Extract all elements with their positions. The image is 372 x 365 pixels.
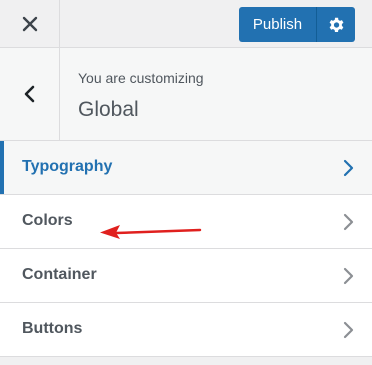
chevron-left-icon (24, 85, 34, 103)
menu-item-typography[interactable]: Typography (0, 141, 372, 195)
menu-item-container[interactable]: Container (0, 249, 372, 303)
chevron-right-icon (343, 321, 354, 339)
customizing-label: You are customizing (78, 70, 204, 86)
chevron-right-icon (343, 267, 354, 285)
close-icon (22, 16, 37, 31)
back-button[interactable] (0, 48, 60, 140)
chevron-right-icon (343, 213, 354, 231)
customizer-header: Publish (0, 0, 372, 48)
menu-item-buttons[interactable]: Buttons (0, 303, 372, 357)
section-info: You are customizing Global (0, 48, 372, 141)
menu-item-label: Typography (22, 158, 113, 175)
publish-settings-button[interactable] (317, 7, 355, 42)
chevron-right-icon (343, 159, 354, 177)
gear-icon (329, 17, 344, 32)
menu-item-label: Colors (22, 212, 73, 229)
menu-item-label: Container (22, 266, 97, 283)
menu-item-label: Buttons (22, 320, 83, 337)
publish-button[interactable]: Publish (239, 7, 317, 42)
section-title: Global (78, 98, 139, 121)
annotation-arrow-icon (100, 225, 202, 239)
section-menu: Typography Colors Container Buttons (0, 141, 372, 357)
customizer-panel: Publish You are customizing Global Typog… (0, 0, 372, 365)
publish-button-group: Publish (239, 7, 355, 42)
close-button[interactable] (0, 0, 60, 47)
